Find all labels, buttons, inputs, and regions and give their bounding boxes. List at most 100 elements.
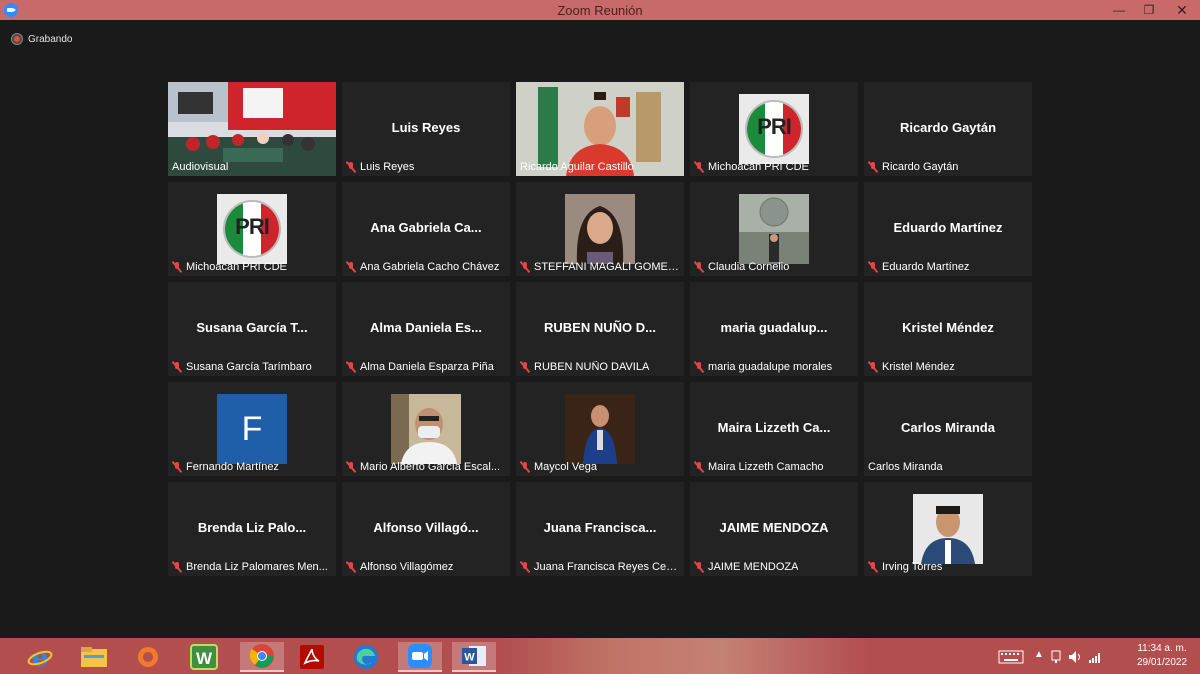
- participant-name-center: maria guadalup...: [720, 320, 828, 335]
- participant-tile[interactable]: PRI Michoacán PRI CDE: [690, 82, 858, 176]
- participant-tile[interactable]: maria guadalup... maria guadalupe morales: [690, 282, 858, 376]
- participant-name-center: Brenda Liz Palo...: [197, 520, 307, 535]
- participant-name-center: RUBEN NUÑO D...: [544, 320, 656, 335]
- participant-name: Mario Alberto García Escal...: [360, 461, 500, 473]
- participant-name: RUBEN NUÑO DAVILA: [534, 361, 650, 373]
- participant-tile[interactable]: F Fernando Martínez: [168, 382, 336, 476]
- participant-name: Michoacán PRI CDE: [186, 261, 287, 273]
- gallery-view: Audiovisual Luis Reyes Luis Reyes Ricardo A…: [168, 82, 1032, 578]
- participant-video: [739, 194, 809, 264]
- participant-tile[interactable]: Maycol Vega: [516, 382, 684, 476]
- participant-tile[interactable]: Ricardo Gaytán Ricardo Gaytán: [864, 82, 1032, 176]
- mic-muted-icon: [868, 261, 878, 273]
- mic-muted-icon: [520, 361, 530, 373]
- participant-name-label: Ana Gabriela Cacho Chávez: [346, 260, 506, 274]
- participant-name: Brenda Liz Palomares Men...: [186, 561, 328, 573]
- recording-label: Grabando: [28, 33, 73, 45]
- participant-name: JAIME MENDOZA: [708, 561, 799, 573]
- participant-name-center: Maira Lizzeth Ca...: [717, 420, 831, 435]
- participant-name-label: Fernando Martínez: [172, 460, 332, 474]
- mic-muted-icon: [346, 161, 356, 173]
- participant-name: Maira Lizzeth Camacho: [708, 461, 824, 473]
- mic-muted-icon: [346, 261, 356, 273]
- participant-name-label: RUBEN NUÑO DAVILA: [520, 360, 680, 374]
- participant-name-center: Susana García T...: [196, 320, 308, 335]
- mic-muted-icon: [868, 361, 878, 373]
- participant-tile[interactable]: Ricardo Aguilar Castillo: [516, 82, 684, 176]
- participant-name-label: Luis Reyes: [346, 160, 506, 174]
- participant-video: [913, 494, 983, 564]
- participant-tile[interactable]: Ana Gabriela Ca... Ana Gabriela Cacho Chá…: [342, 182, 510, 276]
- word-icon[interactable]: W: [452, 642, 496, 672]
- mic-muted-icon: [346, 561, 356, 573]
- participant-tile[interactable]: Juana Francisca... Juana Francisca Reyes …: [516, 482, 684, 576]
- participant-tile[interactable]: STEFFANI MAGALI GOMEZ ...: [516, 182, 684, 276]
- close-icon[interactable]: ✕: [1164, 0, 1200, 20]
- participant-name-label: Maycol Vega: [520, 460, 680, 474]
- system-tray: ▲ 11:34 a. m. 29/01/2022: [990, 638, 1200, 674]
- edge-icon[interactable]: [348, 642, 384, 672]
- participant-name: Juana Francisca Reyes Cerv...: [534, 561, 680, 573]
- participant-name: Ricardo Gaytán: [882, 161, 959, 173]
- participant-name-center: Kristel Méndez: [902, 320, 994, 335]
- volume-icon[interactable]: [1068, 650, 1082, 664]
- window-title: Zoom Reunión: [557, 3, 643, 18]
- participant-video: [565, 194, 635, 264]
- participant-video: [391, 394, 461, 464]
- participant-name-label: Carlos Miranda: [868, 460, 1028, 474]
- clock[interactable]: 11:34 a. m. 29/01/2022: [1130, 642, 1194, 670]
- chrome-icon[interactable]: [240, 642, 284, 672]
- mic-muted-icon: [172, 261, 182, 273]
- recording-indicator[interactable]: Grabando: [12, 32, 72, 46]
- participant-tile[interactable]: PRI Michoacán PRI CDE: [168, 182, 336, 276]
- orange-app-icon[interactable]: [130, 642, 166, 672]
- participant-name-label: Claudia Cornelio: [694, 260, 854, 274]
- participant-tile[interactable]: Mario Alberto García Escal...: [342, 382, 510, 476]
- participant-tile[interactable]: Carlos Miranda Carlos Miranda: [864, 382, 1032, 476]
- acrobat-icon[interactable]: [294, 642, 330, 672]
- internet-explorer-icon[interactable]: e: [22, 642, 58, 672]
- participant-name-label: Maira Lizzeth Camacho: [694, 460, 854, 474]
- show-hidden-icons-icon[interactable]: ▲: [1034, 649, 1044, 660]
- participant-name-center: Alfonso Villagó...: [373, 520, 479, 535]
- participant-tile[interactable]: Susana García T... Susana García Tarímbar…: [168, 282, 336, 376]
- wifi-signal-icon[interactable]: [1088, 650, 1102, 664]
- zoom-window: Zoom Reunión — ❐ ✕ Grabando Audiovisual L…: [0, 0, 1200, 674]
- w-app-icon[interactable]: W: [186, 642, 222, 672]
- participant-name-label: Michoacán PRI CDE: [172, 260, 332, 274]
- svg-text:W: W: [464, 652, 475, 664]
- participant-name-label: Ricardo Gaytán: [868, 160, 1028, 174]
- participant-name-label: Kristel Méndez: [868, 360, 1028, 374]
- participant-tile[interactable]: Audiovisual: [168, 82, 336, 176]
- network-icon[interactable]: [1050, 650, 1062, 664]
- keyboard-icon[interactable]: [998, 650, 1024, 664]
- participant-tile[interactable]: Kristel Méndez Kristel Méndez: [864, 282, 1032, 376]
- participant-tile[interactable]: Eduardo Martínez Eduardo Martínez: [864, 182, 1032, 276]
- participant-name: Eduardo Martínez: [882, 261, 970, 273]
- participant-name-label: STEFFANI MAGALI GOMEZ ...: [520, 260, 680, 274]
- participant-tile[interactable]: Brenda Liz Palo... Brenda Liz Palomares M…: [168, 482, 336, 576]
- participant-name: Claudia Cornelio: [708, 261, 790, 273]
- mic-muted-icon: [694, 361, 704, 373]
- participant-tile[interactable]: Alma Daniela Es... Alma Daniela Esparza P…: [342, 282, 510, 376]
- restore-icon[interactable]: ❐: [1134, 0, 1164, 20]
- participant-name: Alfonso Villagómez: [360, 561, 454, 573]
- mic-muted-icon: [172, 461, 182, 473]
- zoom-icon[interactable]: [398, 642, 442, 672]
- participant-tile[interactable]: Maira Lizzeth Ca... Maira Lizzeth Camacho: [690, 382, 858, 476]
- participant-tile[interactable]: Alfonso Villagó... Alfonso Villagómez: [342, 482, 510, 576]
- mic-muted-icon: [172, 361, 182, 373]
- participant-tile[interactable]: RUBEN NUÑO D... RUBEN NUÑO DAVILA: [516, 282, 684, 376]
- participant-name-label: Brenda Liz Palomares Men...: [172, 560, 332, 574]
- participant-tile[interactable]: Irving Torres: [864, 482, 1032, 576]
- file-explorer-icon[interactable]: [76, 642, 112, 672]
- participant-tile[interactable]: JAIME MENDOZA JAIME MENDOZA: [690, 482, 858, 576]
- pri-logo-icon: PRI: [217, 194, 287, 264]
- participant-name: Alma Daniela Esparza Piña: [360, 361, 494, 373]
- participant-tile[interactable]: Claudia Cornelio: [690, 182, 858, 276]
- participant-tile[interactable]: Luis Reyes Luis Reyes: [342, 82, 510, 176]
- participant-name: maria guadalupe morales: [708, 361, 833, 373]
- participant-name-label: Michoacán PRI CDE: [694, 160, 854, 174]
- participant-name-label: JAIME MENDOZA: [694, 560, 854, 574]
- minimize-icon[interactable]: —: [1104, 0, 1134, 20]
